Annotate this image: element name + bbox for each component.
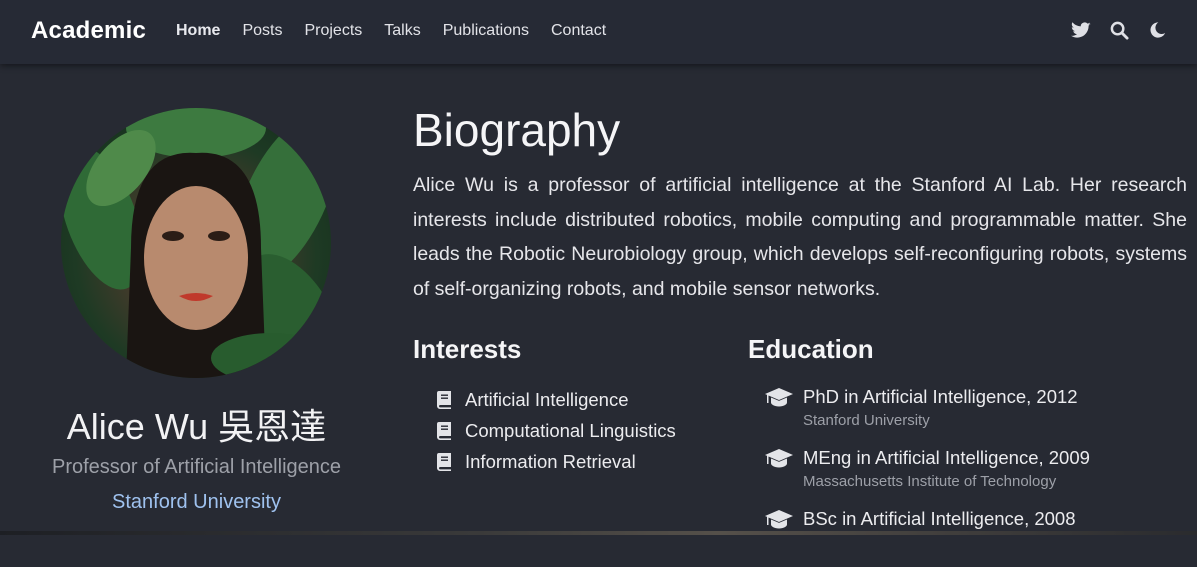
list-item: PhD in Artificial Intelligence, 2012 Sta… <box>765 384 1090 445</box>
interests-title: Interests <box>413 334 522 364</box>
education-title: Education <box>748 334 874 364</box>
interest-label: Information Retrieval <box>465 450 636 472</box>
education-course: BSc in Artificial Intelligence, 2008 <box>803 508 1076 529</box>
nav-link-home[interactable]: Home <box>176 22 220 40</box>
list-item: BSc in Artificial Intelligence, 2008 <box>765 506 1090 567</box>
list-item: Computational Linguistics <box>437 415 676 446</box>
interests-list: Artificial Intelligence Computational Li… <box>437 384 676 477</box>
book-icon <box>437 452 455 471</box>
nav-link-projects[interactable]: Projects <box>304 22 362 40</box>
moon-icon[interactable] <box>1147 20 1167 40</box>
list-item: MEng in Artificial Intelligence, 2009 Ma… <box>765 445 1090 506</box>
profile-name: Alice Wu 吳恩達 <box>66 406 327 447</box>
nav-icons <box>1071 20 1167 40</box>
navbar: Academic Home Posts Projects Talks Publi… <box>0 0 1197 64</box>
profile-role: Professor of Artificial Intelligence <box>51 456 342 478</box>
profile-organization-link[interactable]: Stanford University <box>0 491 393 514</box>
interest-label: Artificial Intelligence <box>465 388 629 410</box>
list-item: Information Retrieval <box>437 446 676 477</box>
nav-link-contact[interactable]: Contact <box>551 22 606 40</box>
graduation-cap-icon <box>765 388 793 408</box>
education-course: MEng in Artificial Intelligence, 2009 <box>803 447 1090 468</box>
nav-links: Home Posts Projects Talks Publications C… <box>176 22 628 40</box>
education-list: PhD in Artificial Intelligence, 2012 Sta… <box>765 384 1090 567</box>
brand-logo[interactable]: Academic <box>31 17 146 45</box>
education-course: PhD in Artificial Intelligence, 2012 <box>803 386 1078 407</box>
biography-text: Alice Wu is a professor of artificial in… <box>413 174 1187 301</box>
education-institution: Massachusetts Institute of Technology <box>803 473 1057 490</box>
education-institution: Stanford University <box>803 412 930 429</box>
footer-image-strip <box>0 531 1197 535</box>
avatar <box>61 108 331 378</box>
search-icon[interactable] <box>1109 20 1129 40</box>
book-icon <box>437 390 455 409</box>
twitter-icon[interactable] <box>1071 20 1091 40</box>
nav-link-posts[interactable]: Posts <box>242 22 282 40</box>
list-item: Artificial Intelligence <box>437 384 676 415</box>
graduation-cap-icon <box>765 449 793 469</box>
nav-link-talks[interactable]: Talks <box>384 22 420 40</box>
interest-label: Computational Linguistics <box>465 419 676 441</box>
book-icon <box>437 421 455 440</box>
graduation-cap-icon <box>765 510 793 530</box>
biography-title: Biography <box>413 104 621 156</box>
nav-link-publications[interactable]: Publications <box>443 22 529 40</box>
